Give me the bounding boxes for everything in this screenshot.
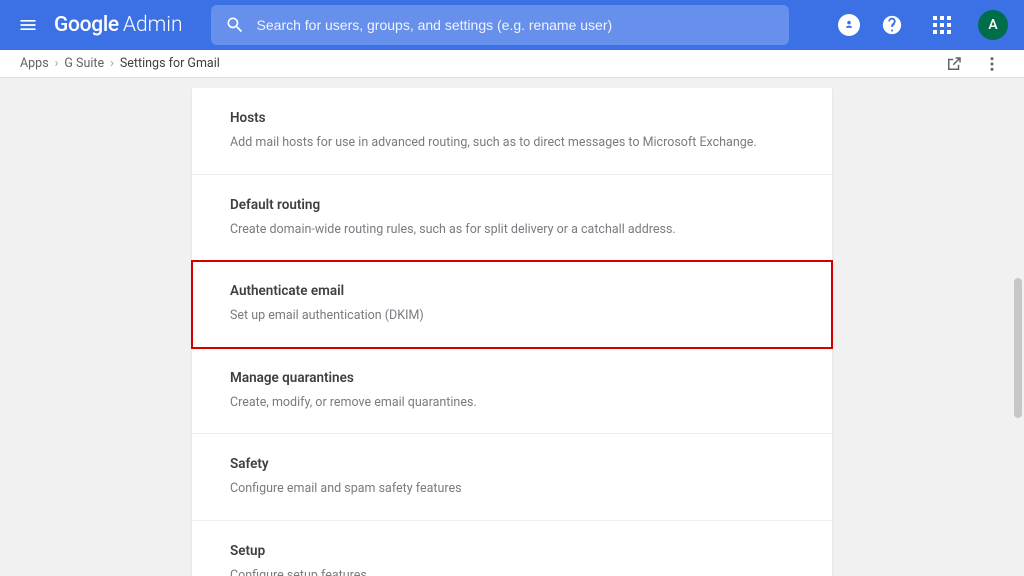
app-header: Google Admin A — [0, 0, 1024, 50]
logo-text-admin: Admin — [123, 13, 183, 37]
breadcrumb-bar: Apps › G Suite › Settings for Gmail — [0, 50, 1024, 78]
scrollbar[interactable] — [1014, 278, 1022, 418]
settings-row-authenticate-email[interactable]: Authenticate email Set up email authentic… — [192, 261, 832, 348]
settings-row-safety[interactable]: Safety Configure email and spam safety fe… — [192, 434, 832, 521]
settings-row-default-routing[interactable]: Default routing Create domain-wide routin… — [192, 175, 832, 262]
settings-row-setup[interactable]: Setup Configure setup features — [192, 521, 832, 576]
search-box[interactable] — [211, 5, 789, 45]
row-desc: Create, modify, or remove email quaranti… — [230, 394, 794, 412]
row-desc: Configure setup features — [230, 567, 794, 576]
row-desc: Configure email and spam safety features — [230, 480, 794, 498]
logo-text-google: Google — [54, 13, 119, 37]
row-title: Default routing — [230, 197, 794, 213]
row-title: Setup — [230, 543, 794, 559]
open-external-icon[interactable] — [942, 52, 966, 76]
product-logo[interactable]: Google Admin — [54, 13, 183, 37]
row-desc: Add mail hosts for use in advanced routi… — [230, 134, 794, 152]
search-input[interactable] — [257, 17, 775, 33]
avatar-initial: A — [988, 17, 997, 33]
page-body: Hosts Add mail hosts for use in advanced … — [0, 78, 1024, 576]
settings-row-hosts[interactable]: Hosts Add mail hosts for use in advanced … — [192, 88, 832, 175]
row-title: Manage quarantines — [230, 370, 794, 386]
account-badge-icon[interactable] — [838, 14, 860, 36]
settings-card: Hosts Add mail hosts for use in advanced … — [192, 88, 832, 576]
row-title: Safety — [230, 456, 794, 472]
apps-grid-icon[interactable] — [928, 11, 956, 39]
avatar[interactable]: A — [978, 10, 1008, 40]
row-title: Authenticate email — [230, 283, 794, 299]
breadcrumb-current: Settings for Gmail — [120, 56, 220, 71]
row-desc: Set up email authentication (DKIM) — [230, 307, 794, 325]
breadcrumb-gsuite[interactable]: G Suite — [64, 56, 104, 71]
chevron-right-icon: › — [55, 56, 59, 71]
search-icon — [225, 15, 245, 35]
menu-icon[interactable] — [16, 13, 40, 37]
more-vert-icon[interactable] — [980, 52, 1004, 76]
chevron-right-icon: › — [110, 56, 114, 71]
breadcrumb-apps[interactable]: Apps — [20, 56, 49, 71]
row-title: Hosts — [230, 110, 794, 126]
row-desc: Create domain-wide routing rules, such a… — [230, 221, 794, 239]
settings-row-manage-quarantines[interactable]: Manage quarantines Create, modify, or rem… — [192, 348, 832, 435]
help-icon[interactable] — [878, 11, 906, 39]
